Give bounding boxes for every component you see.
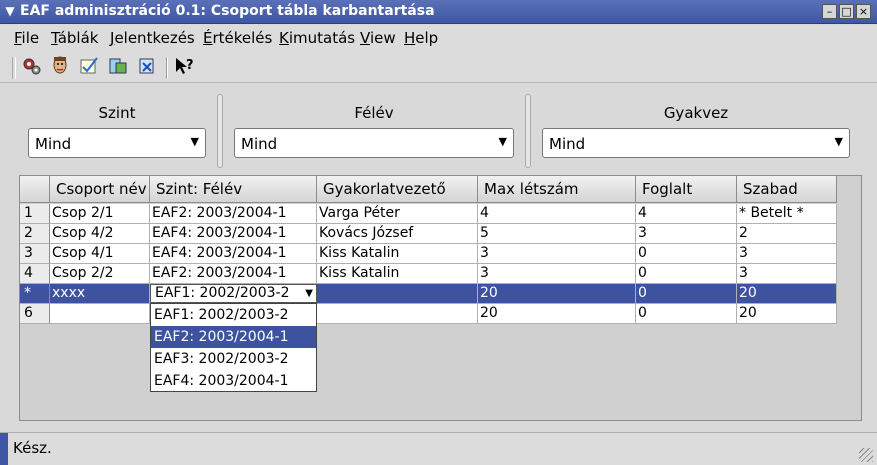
row-header[interactable]: 3 (20, 244, 50, 264)
cell-szabad[interactable]: 3 (737, 244, 837, 264)
filter-szint-combo[interactable]: Mind ▼ (28, 128, 206, 158)
cell-max-letszam[interactable]: 20 (478, 284, 636, 304)
row-header[interactable]: * (20, 284, 50, 304)
column-header-csoport-nev[interactable]: Csoport név (50, 176, 150, 203)
menu-bar: File Táblák Jelentkezés Értékelés Kimuta… (0, 25, 877, 51)
filter-felev-label: Félév (354, 104, 394, 122)
toolbar-grip[interactable] (12, 57, 16, 79)
cell-max-letszam[interactable]: 4 (478, 204, 636, 224)
title-bar: ▼ EAF adminisztráció 0.1: Csoport tábla … (0, 0, 877, 24)
cell-max-letszam[interactable]: 20 (478, 304, 636, 324)
menu-kimutatas[interactable]: Kimutatás (279, 29, 355, 47)
cell-gyakorlatvezeto[interactable]: Varga Péter (317, 204, 478, 224)
cell-gyakorlatvezeto[interactable] (317, 304, 478, 324)
dropdown-option[interactable]: EAF1: 2002/2003-2 (151, 304, 316, 326)
corner-header[interactable] (20, 176, 50, 203)
filter-felev-value: Mind (241, 135, 278, 153)
gears-icon[interactable] (20, 55, 44, 79)
cell-gyakorlatvezeto[interactable] (317, 284, 478, 304)
filter-gyakvez-label: Gyakvez (663, 104, 729, 122)
database-icon[interactable] (106, 55, 130, 79)
column-header-foglalt[interactable]: Foglalt (636, 176, 737, 203)
filter-szint-label: Szint (98, 104, 136, 122)
person-icon[interactable] (48, 55, 72, 79)
szint-felev-dropdown: EAF1: 2002/2003-2 EAF2: 2003/2004-1 EAF3… (150, 303, 317, 392)
status-text: Kész. (13, 439, 52, 457)
cell-foglalt[interactable]: 0 (636, 264, 737, 284)
row-header[interactable]: 1 (20, 204, 50, 224)
cell-szabad[interactable]: 3 (737, 264, 837, 284)
column-header-szabad[interactable]: Szabad (737, 176, 837, 203)
resize-grip-icon[interactable] (859, 448, 873, 462)
checklist-icon[interactable] (77, 55, 101, 79)
whats-this-help-icon[interactable]: ? (172, 55, 196, 79)
dropdown-option[interactable]: EAF3: 2002/2003-2 (151, 348, 316, 370)
chevron-down-icon[interactable]: ▼ (2, 3, 18, 19)
menu-view[interactable]: View (360, 29, 396, 47)
menu-help[interactable]: Help (404, 29, 438, 47)
splitter[interactable] (217, 94, 223, 168)
cell-max-letszam[interactable]: 5 (478, 224, 636, 244)
cell-csoport-nev[interactable]: Csop 2/2 (50, 264, 150, 284)
filter-gyakvez-value: Mind (549, 135, 586, 153)
dropdown-option-selected[interactable]: EAF2: 2003/2004-1 (151, 326, 316, 348)
column-header-gyakorlatvezeto[interactable]: Gyakorlatvezető (317, 176, 478, 203)
cell-csoport-nev[interactable] (50, 304, 150, 324)
filter-szint-value: Mind (35, 135, 72, 153)
splitter[interactable] (525, 94, 531, 168)
cell-gyakorlatvezeto[interactable]: Kiss Katalin (317, 264, 478, 284)
csoport-table: Csoport név Szint: Félév Gyakorlatvezető… (19, 175, 862, 421)
chevron-down-icon: ▼ (190, 135, 199, 148)
row-header[interactable]: 2 (20, 224, 50, 244)
column-header-max-letszam[interactable]: Max létszám (478, 176, 636, 203)
cell-szint-felev[interactable]: EAF4: 2003/2004-1 (150, 244, 317, 264)
toolbar-separator (166, 57, 168, 79)
status-accent (0, 433, 8, 465)
cell-max-letszam[interactable]: 3 (478, 264, 636, 284)
svg-text:?: ? (186, 58, 194, 73)
cell-gyakorlatvezeto[interactable]: Kiss Katalin (317, 244, 478, 264)
cell-szabad[interactable]: 20 (737, 304, 837, 324)
filter-gyakvez-combo[interactable]: Mind ▼ (542, 128, 850, 158)
filter-felev-combo[interactable]: Mind ▼ (234, 128, 514, 158)
szint-felev-editor[interactable]: EAF1: 2002/2003-2 ▼ (150, 284, 317, 303)
column-header-szint-felev[interactable]: Szint: Félév (150, 176, 317, 203)
cell-csoport-nev[interactable]: xxxx (50, 284, 150, 304)
row-header[interactable]: 6 (20, 304, 50, 324)
dropdown-option[interactable]: EAF4: 2003/2004-1 (151, 370, 316, 392)
maximize-icon[interactable]: □ (839, 4, 854, 19)
cell-csoport-nev[interactable]: Csop 4/2 (50, 224, 150, 244)
chevron-down-icon: ▼ (305, 288, 313, 299)
export-icon[interactable] (135, 55, 159, 79)
menu-tablak[interactable]: Táblák (51, 29, 98, 47)
menu-file[interactable]: File (14, 29, 39, 47)
close-icon[interactable]: × (856, 4, 871, 19)
row-header[interactable]: 4 (20, 264, 50, 284)
menu-jelentkezes[interactable]: Jelentkezés (110, 29, 195, 47)
cell-csoport-nev[interactable]: Csop 4/1 (50, 244, 150, 264)
cell-szabad[interactable]: * Betelt * (737, 204, 837, 224)
minimize-icon[interactable]: – (822, 4, 837, 19)
cell-szabad[interactable]: 20 (737, 284, 837, 304)
cell-szabad[interactable]: 2 (737, 224, 837, 244)
cell-foglalt[interactable]: 0 (636, 304, 737, 324)
chevron-down-icon: ▼ (498, 135, 507, 148)
status-bar: Kész. (0, 432, 877, 465)
cell-szint-felev[interactable]: EAF2: 2003/2004-1 (150, 204, 317, 224)
cell-max-letszam[interactable]: 3 (478, 244, 636, 264)
cell-foglalt[interactable]: 4 (636, 204, 737, 224)
cell-foglalt[interactable]: 3 (636, 224, 737, 244)
window-title: EAF adminisztráció 0.1: Csoport tábla ka… (20, 3, 435, 19)
menu-ertekeles[interactable]: Értékelés (203, 29, 272, 47)
cell-szint-felev[interactable]: EAF2: 2003/2004-1 (150, 264, 317, 284)
toolbar: ? (0, 51, 877, 83)
cell-foglalt[interactable]: 0 (636, 244, 737, 264)
cell-szint-felev[interactable]: EAF4: 2003/2004-1 (150, 224, 317, 244)
cell-gyakorlatvezeto[interactable]: Kovács József (317, 224, 478, 244)
cell-foglalt[interactable]: 0 (636, 284, 737, 304)
cell-csoport-nev[interactable]: Csop 2/1 (50, 204, 150, 224)
chevron-down-icon: ▼ (834, 135, 843, 148)
